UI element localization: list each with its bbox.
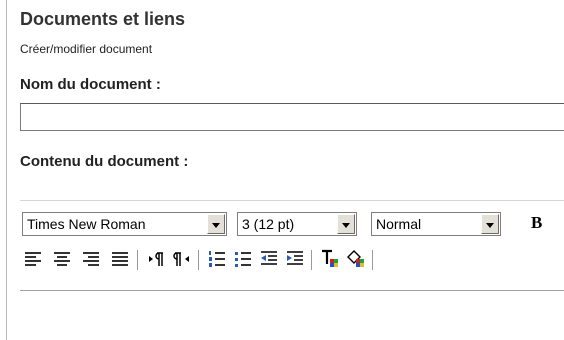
font-size-select[interactable]: 3 (12 pt) [237, 212, 357, 236]
paragraph-style-select[interactable]: Normal [371, 212, 501, 236]
document-content-label: Contenu du document : [20, 153, 189, 170]
align-right-icon[interactable] [80, 248, 102, 270]
bold-button[interactable]: B [531, 213, 542, 233]
chevron-down-icon[interactable] [481, 214, 499, 234]
document-content-editor[interactable] [20, 290, 564, 340]
document-name-label: Nom du document : [20, 76, 161, 93]
document-name-input[interactable] [20, 103, 564, 131]
editor-panel: Documents et liens Créer/modifier docume… [6, 0, 564, 340]
indent-icon[interactable] [284, 248, 306, 270]
page-subtitle: Créer/modifier document [20, 42, 153, 56]
toolbar-separator [372, 250, 374, 270]
rich-text-toolbar: Times New Roman 3 (12 pt) Normal B [20, 204, 564, 286]
chevron-down-icon[interactable] [207, 214, 225, 234]
paragraph-style-value: Normal [376, 216, 422, 232]
align-center-icon[interactable] [51, 248, 73, 270]
unordered-list-icon[interactable] [232, 248, 254, 270]
toolbar-separator [311, 250, 313, 270]
rtl-direction-icon[interactable] [171, 248, 193, 270]
toolbar-divider [20, 200, 564, 201]
text-color-icon[interactable] [319, 248, 341, 270]
page-title: Documents et liens [20, 9, 186, 29]
align-left-icon[interactable] [22, 248, 44, 270]
chevron-down-icon[interactable] [337, 214, 355, 234]
outdent-icon[interactable] [258, 248, 280, 270]
font-size-value: 3 (12 pt) [242, 216, 295, 232]
font-family-select[interactable]: Times New Roman [22, 212, 227, 236]
font-family-value: Times New Roman [27, 216, 146, 232]
toolbar-separator [137, 250, 139, 270]
toolbar-separator [198, 250, 200, 270]
ordered-list-icon[interactable] [206, 248, 228, 270]
ltr-direction-icon[interactable] [145, 248, 167, 270]
justify-icon[interactable] [109, 248, 131, 270]
background-color-icon[interactable] [345, 248, 367, 270]
